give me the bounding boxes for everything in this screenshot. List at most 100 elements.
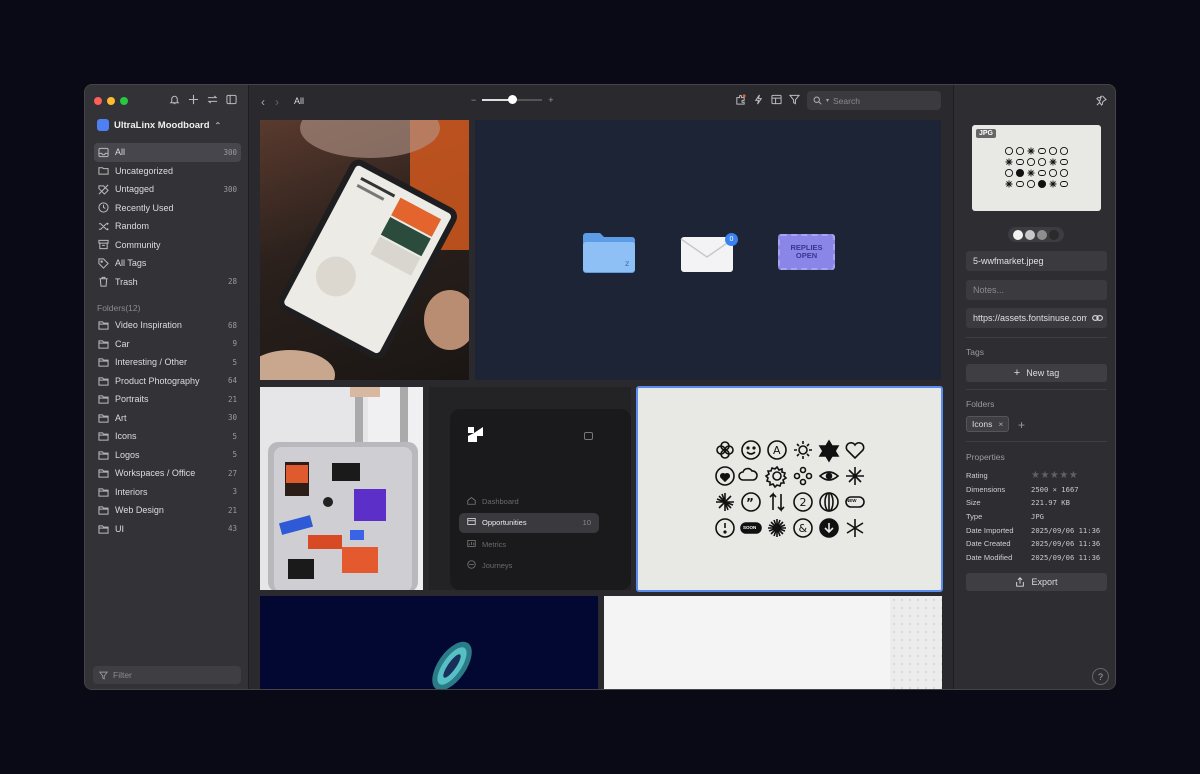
trash-icon	[98, 276, 109, 287]
property-key: Date Created	[966, 539, 1011, 549]
color-swatch[interactable]	[1013, 229, 1023, 240]
new-tag-button[interactable]: + New tag	[966, 364, 1107, 382]
zoom-knob[interactable]	[507, 95, 517, 104]
sidebar-toolbar	[169, 94, 237, 105]
export-button[interactable]: Export	[966, 573, 1107, 591]
color-swatch[interactable]	[1049, 229, 1059, 240]
sidebar-item-recently-used[interactable]: Recently Used	[94, 199, 241, 218]
sidebar-item-untagged[interactable]: Untagged 300	[94, 180, 241, 199]
suitcase-image	[268, 387, 423, 590]
remove-icon[interactable]: ×	[998, 419, 1003, 429]
back-icon[interactable]: ‹	[261, 95, 265, 109]
library-icon	[97, 119, 109, 131]
folder-count: 5	[232, 431, 237, 441]
chevron-down-icon[interactable]: ▾	[826, 97, 829, 104]
sidebar-item-trash[interactable]: Trash 28	[94, 273, 241, 292]
folder-chip[interactable]: Icons ×	[966, 416, 1010, 432]
layout-icon[interactable]	[771, 94, 782, 105]
asset-tile-feather[interactable]	[260, 596, 598, 689]
svg-text:A: A	[773, 444, 781, 457]
folder-item-workspaces-office[interactable]: Workspaces / Office 27	[94, 464, 241, 483]
filename-field[interactable]: 5-wwfmarket.jpeg	[966, 251, 1107, 271]
folder-question-icon	[98, 165, 109, 176]
search-input[interactable]	[833, 95, 929, 106]
asset-tile-icons-selected[interactable]: A ” 2 & NEW SOON	[636, 386, 943, 592]
filter-funnel-icon[interactable]	[788, 94, 801, 105]
search-box[interactable]: ▾	[807, 91, 941, 110]
color-swatch[interactable]	[1025, 229, 1035, 240]
sidebar-toggle-icon[interactable]	[226, 94, 237, 105]
asset-tile-white-page[interactable]	[604, 596, 942, 689]
app-window: UltraLinx Moodboard ⌃ All 300 Uncategorize…	[84, 84, 1116, 690]
color-swatch[interactable]	[1037, 229, 1047, 240]
url-field[interactable]: https://assets.fontsinuse.com	[966, 308, 1107, 328]
folder-item-web-design[interactable]: Web Design 21	[94, 501, 241, 520]
property-value: 2025/09/06 11:36	[1031, 539, 1101, 549]
minimize-window-button[interactable]	[107, 97, 115, 105]
plus-icon[interactable]	[188, 94, 199, 105]
help-button[interactable]: ?	[1092, 668, 1109, 685]
logo-icon	[468, 427, 483, 442]
add-folder-icon[interactable]: +	[1018, 418, 1025, 432]
library-switcher[interactable]: UltraLinx Moodboard ⌃	[97, 119, 221, 131]
folder-count: 21	[227, 505, 237, 515]
asset-tile-tablet-photo[interactable]	[260, 120, 469, 380]
link-icon[interactable]	[1092, 313, 1103, 323]
pin-icon[interactable]	[1096, 95, 1107, 106]
extension-icon[interactable]	[735, 94, 746, 105]
folder-count: 30	[227, 413, 237, 423]
folder-item-interiors[interactable]: Interiors 3	[94, 483, 241, 502]
folder-item-car[interactable]: Car 9	[94, 335, 241, 354]
filter-input[interactable]: Filter	[93, 666, 241, 684]
ui-nav-item-dashboard: Dashboard	[459, 491, 599, 511]
zoom-in-icon[interactable]: +	[548, 95, 553, 105]
bell-icon[interactable]	[169, 94, 180, 105]
property-row-size: Size 221.97 KB	[966, 496, 1112, 510]
folder-item-product-photography[interactable]: Product Photography 64	[94, 372, 241, 391]
shuffle-icon	[98, 221, 109, 232]
asset-tile-mac-icons[interactable]: z 0 REPLIES OPEN	[475, 120, 941, 380]
folder-item-icons[interactable]: Icons 5	[94, 427, 241, 446]
sidebar-item-count: 300	[223, 184, 237, 194]
folder-label: Portraits	[115, 394, 149, 405]
sidebar-item-label: All Tags	[115, 258, 147, 269]
folder-item-interesting-other[interactable]: Interesting / Other 5	[94, 353, 241, 372]
zoom-slider[interactable]: − +	[471, 95, 554, 105]
svg-text:2: 2	[800, 496, 807, 509]
swap-icon[interactable]	[207, 94, 218, 105]
clock-icon	[98, 202, 109, 213]
close-window-button[interactable]	[94, 97, 102, 105]
folder-item-video-inspiration[interactable]: Video Inspiration 68	[94, 316, 241, 335]
asset-tile-dark-ui[interactable]: Dashboard Opportunities 10 Metrics Journeys	[429, 387, 631, 590]
folder-item-art[interactable]: Art 30	[94, 409, 241, 428]
bolt-icon[interactable]	[753, 94, 764, 105]
folder-item-portraits[interactable]: Portraits 21	[94, 390, 241, 409]
preview-thumbnail[interactable]: JPG	[972, 125, 1101, 211]
folder-item-logos[interactable]: Logos 5	[94, 446, 241, 465]
tag-icon	[98, 258, 109, 269]
asset-tile-suitcase[interactable]	[260, 387, 423, 590]
sidebar-item-random[interactable]: Random	[94, 217, 241, 236]
sidebar-item-label: Recently Used	[115, 202, 174, 213]
zoom-window-button[interactable]	[120, 97, 128, 105]
soon-label: SOON	[743, 525, 757, 530]
sidebar-item-all-tags[interactable]: All Tags	[94, 254, 241, 273]
rating-stars[interactable]: ★★★★★	[1031, 470, 1078, 481]
sidebar-item-all[interactable]: All 300	[94, 143, 241, 162]
zoom-track[interactable]	[482, 95, 543, 104]
property-key: Type	[966, 512, 983, 522]
sidebar-item-uncategorized[interactable]: Uncategorized	[94, 162, 241, 181]
property-key: Date Modified	[966, 552, 1013, 562]
folder-label: Car	[115, 338, 130, 349]
zoom-out-icon[interactable]: −	[471, 95, 476, 105]
folder-icon	[98, 357, 109, 368]
plus-icon: +	[1013, 367, 1021, 379]
color-palette	[1008, 227, 1064, 242]
forward-icon[interactable]: ›	[275, 95, 279, 109]
notes-field[interactable]: Notes...	[966, 280, 1107, 300]
ui-nav-count: 10	[582, 518, 591, 527]
sidebar-item-community[interactable]: Community	[94, 236, 241, 255]
folder-item-ui[interactable]: UI 43	[94, 520, 241, 539]
folder-icon	[98, 375, 109, 386]
property-key: Rating	[966, 471, 988, 481]
